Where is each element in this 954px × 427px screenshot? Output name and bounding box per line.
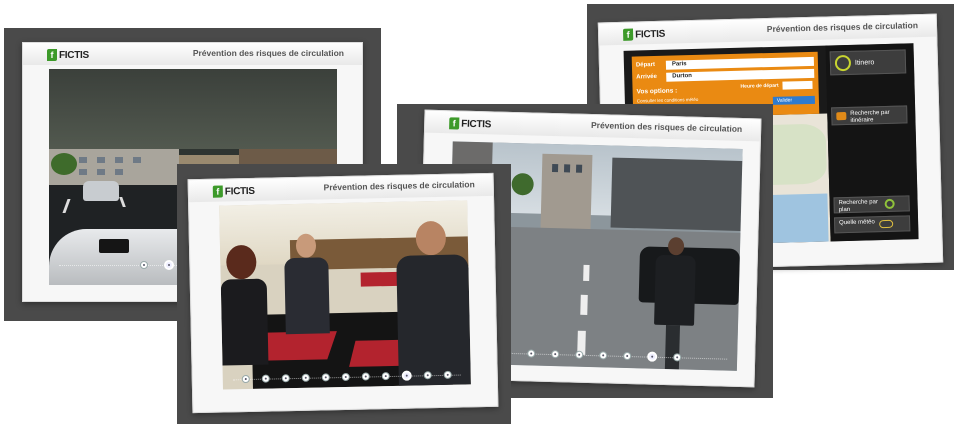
- timeline-dot[interactable]: [673, 353, 682, 362]
- timeline-dot[interactable]: [381, 372, 390, 381]
- timeline-dot[interactable]: [551, 350, 560, 359]
- header-title: Prévention des risques de circulation: [590, 120, 743, 134]
- validate-button[interactable]: Valider: [772, 95, 816, 105]
- route-icon: [836, 112, 847, 121]
- timeline-dot[interactable]: [443, 370, 452, 379]
- restaurant-scene: [219, 200, 471, 390]
- timeline-dot[interactable]: [140, 261, 148, 269]
- timeline-dot[interactable]: [599, 351, 608, 360]
- timeline-dot[interactable]: [301, 373, 310, 382]
- timeline-dot[interactable]: [623, 351, 632, 361]
- logo-icon: f: [47, 49, 57, 61]
- logo-icon: f: [449, 117, 460, 130]
- timeline-dot-active[interactable]: [401, 370, 412, 381]
- header-title: Prévention des risques de circulation: [192, 48, 344, 58]
- man-character-right: [396, 220, 471, 386]
- timeline-dot[interactable]: [281, 374, 290, 383]
- header-title: Prévention des risques de circulation: [323, 179, 475, 193]
- option-meteo[interactable]: Consulter les conditions météo: [637, 97, 699, 104]
- timeline-dot[interactable]: [261, 374, 270, 383]
- app-header: f FICTIS Prévention des risques de circu…: [188, 173, 493, 203]
- car-ahead: [83, 181, 119, 201]
- fictis-logo: f FICTIS: [47, 49, 89, 61]
- recherche-itineraire-button[interactable]: Recherche par itinéraire: [831, 105, 908, 126]
- timeline-dot[interactable]: [527, 349, 536, 358]
- woman-character: [220, 244, 269, 366]
- header-title: Prévention des risques de circulation: [766, 20, 919, 35]
- arrivee-field[interactable]: Durton: [666, 68, 815, 82]
- fictis-logo: f FICTIS: [622, 28, 665, 41]
- fictis-logo: f FICTIS: [449, 117, 491, 130]
- timeline-dot-active[interactable]: [164, 260, 174, 270]
- timeline-dot[interactable]: [423, 371, 432, 380]
- timeline-dot-active[interactable]: [647, 351, 658, 362]
- meteo-button[interactable]: Quelle météo: [833, 215, 911, 234]
- side-panel: Itinero Recherche par itinéraire Recherc…: [825, 43, 919, 242]
- app-header: f FICTIS Prévention des risques de circu…: [23, 43, 362, 65]
- target-icon: [834, 54, 852, 72]
- heure-field[interactable]: [782, 80, 813, 90]
- timeline-dot[interactable]: [321, 373, 330, 382]
- logo-icon: f: [622, 28, 634, 41]
- logo-icon: f: [212, 185, 223, 198]
- screenshot-card-restaurant[interactable]: f FICTIS Prévention des risques de circu…: [187, 172, 499, 414]
- fictis-logo: f FICTIS: [212, 185, 255, 198]
- cloud-icon: [879, 219, 894, 229]
- timeline-dot[interactable]: [341, 372, 350, 382]
- timeline-dot[interactable]: [241, 374, 250, 384]
- depart-field[interactable]: Paris: [665, 56, 815, 70]
- itinero-button[interactable]: Itinero: [829, 49, 907, 76]
- timeline-dot[interactable]: [361, 372, 370, 381]
- magnifier-icon: [884, 198, 895, 210]
- recherche-plan-button[interactable]: Recherche par plan: [833, 195, 910, 214]
- timeline-dot[interactable]: [575, 350, 584, 359]
- man-character-center: [284, 233, 330, 335]
